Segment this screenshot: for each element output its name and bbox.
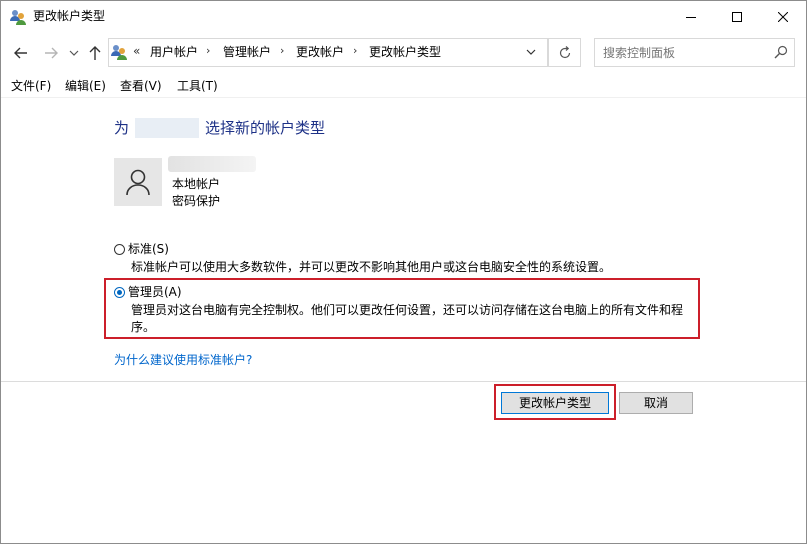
user-accounts-icon: [9, 8, 27, 26]
user-accounts-icon: [110, 43, 128, 61]
address-bar[interactable]: « 用户帐户 › 管理帐户 › 更改帐户 › 更改帐户类型: [108, 38, 548, 67]
minimize-icon: [686, 16, 696, 18]
menu-divider: [1, 97, 806, 98]
footer-divider: [1, 381, 806, 382]
redacted-account-username: [168, 156, 256, 172]
redacted-account-name: [135, 118, 200, 138]
standard-option[interactable]: 标准(S): [114, 242, 169, 257]
why-standard-account-link[interactable]: 为什么建议使用标准帐户?: [114, 351, 252, 368]
close-button[interactable]: [760, 1, 806, 32]
search-icon[interactable]: [774, 45, 788, 59]
recent-locations-button[interactable]: [67, 45, 81, 61]
administrator-label[interactable]: 管理员(A): [128, 285, 182, 300]
page-title: 为 选择新的帐户类型: [114, 118, 325, 138]
breadcrumb-manage-accounts[interactable]: 管理帐户: [223, 44, 271, 60]
account-type-label: 本地帐户: [172, 177, 221, 191]
administrator-description-line1: 管理员对这台电脑有完全控制权。他们可以更改任何设置，还可以访问存储在这台电脑上的…: [131, 303, 684, 317]
chevron-down-icon: [526, 49, 536, 55]
menu-file[interactable]: 文件(F): [11, 79, 51, 94]
menu-view[interactable]: 查看(V): [120, 79, 162, 94]
page-title-suffix: 选择新的帐户类型: [205, 119, 326, 137]
cancel-button[interactable]: 取消: [619, 392, 693, 414]
arrow-left-icon: [14, 47, 27, 59]
up-button[interactable]: [85, 43, 105, 63]
breadcrumb-change-account-type[interactable]: 更改帐户类型: [369, 44, 441, 60]
account-protection-label: 密码保护: [172, 194, 221, 208]
administrator-description-line2: 序。: [131, 320, 156, 334]
forward-button[interactable]: [41, 43, 61, 63]
change-account-type-window: 更改帐户类型 « 用户帐户 › 管理帐户 › 更改帐户 › 更改帐户类型 搜索控…: [0, 0, 807, 544]
search-placeholder: 搜索控制面板: [603, 46, 676, 60]
close-icon: [778, 11, 788, 22]
administrator-option[interactable]: 管理员(A): [114, 285, 182, 300]
maximize-button[interactable]: [714, 1, 760, 32]
change-account-type-button[interactable]: 更改帐户类型: [501, 392, 609, 414]
user-icon: [126, 169, 150, 196]
menu-tools[interactable]: 工具(T): [177, 79, 218, 94]
breadcrumb-separator-icon[interactable]: ›: [206, 44, 210, 57]
breadcrumb-separator-icon[interactable]: ›: [353, 44, 357, 57]
window-title: 更改帐户类型: [33, 9, 106, 23]
page-title-prefix: 为: [114, 119, 130, 137]
administrator-radio[interactable]: [114, 287, 125, 298]
standard-description: 标准帐户可以使用大多数软件，并可以更改不影响其他用户或这台电脑安全性的系统设置。: [131, 260, 612, 274]
back-button[interactable]: [11, 43, 31, 63]
breadcrumb-user-accounts[interactable]: 用户帐户: [150, 44, 198, 60]
standard-radio[interactable]: [114, 244, 125, 255]
title-bar: 更改帐户类型: [1, 1, 806, 32]
maximize-icon: [732, 11, 742, 22]
standard-label[interactable]: 标准(S): [128, 242, 169, 257]
refresh-button[interactable]: [548, 38, 581, 67]
breadcrumb-change-account[interactable]: 更改帐户: [296, 44, 344, 60]
search-box[interactable]: 搜索控制面板: [594, 38, 795, 67]
minimize-button[interactable]: [668, 1, 714, 32]
address-dropdown-button[interactable]: [521, 44, 541, 60]
chevron-down-icon: [69, 50, 79, 56]
arrow-right-icon: [45, 47, 58, 59]
breadcrumb-overflow[interactable]: «: [133, 44, 140, 58]
menu-bar: 文件(F) 编辑(E) 查看(V) 工具(T): [1, 76, 806, 96]
arrow-up-icon: [89, 46, 101, 60]
menu-edit[interactable]: 编辑(E): [65, 79, 106, 94]
refresh-icon: [559, 45, 570, 58]
avatar: [114, 158, 162, 206]
breadcrumb-separator-icon[interactable]: ›: [280, 44, 284, 57]
